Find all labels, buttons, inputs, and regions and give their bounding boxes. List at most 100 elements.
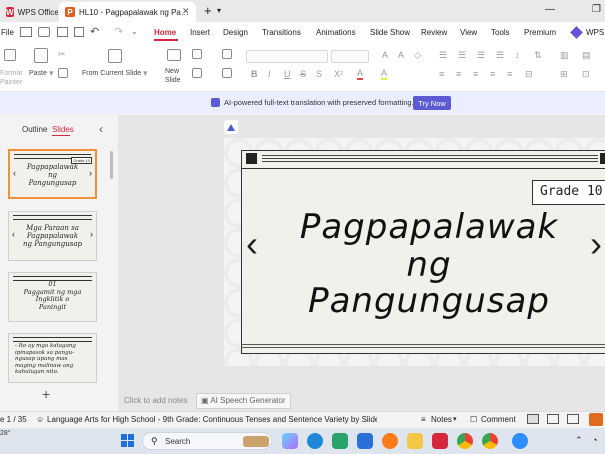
tab-slides[interactable]: Slides [52,125,74,134]
decrease-font-icon[interactable]: A [398,50,404,60]
tab-outline[interactable]: Outline [22,125,47,134]
layout-icon[interactable] [192,49,202,59]
distribute-icon[interactable]: ≡ [507,69,512,79]
paste-icon[interactable] [34,48,48,63]
bold-icon[interactable]: B [251,69,258,79]
chrome-icon[interactable] [457,433,473,449]
slide-canvas[interactable]: Grade 10 Pagpapalawak ng Pangungusap ‹ › [224,138,605,366]
highlight-icon[interactable]: A [381,69,388,80]
menu-view[interactable]: View [460,28,477,37]
columns-icon[interactable]: ▥ [560,50,569,61]
paste-dropdown-icon[interactable]: ▾ [49,68,54,79]
menu-insert[interactable]: Insert [190,28,210,37]
zoom-icon[interactable] [512,433,528,449]
file-explorer-icon[interactable] [407,433,423,449]
undo-icon[interactable]: ↶ [90,25,99,38]
menu-slide-show[interactable]: Slide Show [370,28,410,37]
smart-art-icon[interactable]: ⊞ [560,69,568,80]
slideshow-play-icon[interactable] [589,413,603,426]
menu-wps-ai[interactable]: WPS A [586,28,605,37]
format-painter-label[interactable]: Format Painter [0,69,22,87]
print-icon[interactable] [57,27,68,37]
menu-premium[interactable]: Premium [524,28,556,37]
copy-icon[interactable] [58,68,68,78]
underline-icon[interactable]: U [284,69,291,79]
reuse-slides-icon[interactable] [222,68,232,78]
wps-ai-icon[interactable] [570,26,583,39]
windows-start-icon[interactable] [121,434,135,448]
ai-speech-generator-button[interactable]: ▣ AI Speech Generator [196,393,291,409]
notes-placeholder[interactable]: Click to add notes [124,396,188,405]
taskbar-search-box[interactable]: ⚲ Search [142,432,272,450]
slide-from-current-icon[interactable] [108,49,122,63]
strikethrough-icon[interactable]: S [300,69,306,79]
cut-icon[interactable]: ✂ [58,49,66,60]
slide-thumbnail-3[interactable]: 01 Paggamit ng mga Ingklitik o Paningit [8,272,97,322]
wps-taskbar-icon[interactable] [432,433,448,449]
align-right-icon[interactable]: ≡ [473,69,478,79]
arrange-icon[interactable]: ⊡ [582,69,590,80]
store-icon[interactable] [357,433,373,449]
section-icon[interactable] [192,68,202,78]
outdent-icon[interactable]: ☰ [496,50,504,61]
align-left-icon[interactable]: ≡ [439,69,444,79]
paste-button[interactable]: Paste [29,70,47,77]
weather-temp[interactable]: 28° [0,430,11,437]
indent-icon[interactable]: ☰ [477,50,485,61]
copilot-icon[interactable] [282,433,298,449]
notes-button[interactable]: Notes [431,415,452,424]
menu-home[interactable]: Home [154,28,176,37]
justify-icon[interactable]: ≡ [490,69,495,79]
menu-tools[interactable]: Tools [491,28,510,37]
firefox-icon[interactable] [382,433,398,449]
font-size-select[interactable] [331,50,369,63]
menu-animations[interactable]: Animations [316,28,356,37]
shadow-icon[interactable]: S [316,69,322,79]
new-slide-icon[interactable] [167,49,181,61]
numbering-icon[interactable]: ☰ [458,50,466,61]
network-icon[interactable]: ◔ [592,435,597,445]
menu-review[interactable]: Review [421,28,447,37]
tab-wps-office[interactable]: W WPS Office [0,2,58,22]
format-painter-icon[interactable] [4,49,16,61]
text-direction-icon[interactable]: ⇅ [534,50,542,61]
try-now-button[interactable]: Try Now [413,96,451,110]
increase-font-icon[interactable]: A [382,50,388,60]
slide-thumbnail-1[interactable]: Grade 10 Pagpapalawak ng Pangungusap ‹ › [8,149,97,199]
tray-chevron-icon[interactable]: ⌃ [575,435,583,446]
from-current-dropdown-icon[interactable]: ▾ [143,68,148,79]
new-slide-button[interactable]: New Slide [165,67,181,85]
line-spacing-icon[interactable]: ↕ [515,50,520,60]
new-tab-button[interactable]: + [204,3,212,18]
close-tab-icon[interactable]: ✕ [182,6,190,17]
comment-button[interactable]: Comment [481,415,516,424]
menu-transitions[interactable]: Transitions [262,28,301,37]
collapse-panel-button[interactable]: ‹ [99,122,103,136]
redo-icon[interactable]: ↷ [114,25,123,38]
tab-list-icon[interactable]: ▾ [217,6,221,15]
minimize-button[interactable]: — [545,4,555,15]
reset-icon[interactable] [222,49,232,59]
notes-dropdown-icon[interactable]: ▾ [453,415,457,423]
bullets-icon[interactable]: ☰ [439,50,447,61]
slide-thumbnail-4[interactable]: - Ito ay mga katagang ipinapasok sa pang… [8,333,97,383]
export-icon[interactable] [38,27,50,37]
slide-sorter-icon[interactable] [547,414,559,424]
font-name-select[interactable] [246,50,328,63]
align-text-icon[interactable]: ⊟ [525,69,533,80]
italic-icon[interactable]: I [268,69,271,79]
chrome-profile-icon[interactable] [482,433,498,449]
reading-view-icon[interactable] [567,414,579,424]
panel-scrollbar[interactable] [110,151,113,179]
edge-icon[interactable] [307,433,323,449]
preview-icon[interactable] [74,27,84,37]
normal-view-icon[interactable] [527,414,539,424]
text-box-icon[interactable]: ▤ [582,50,591,61]
tab-presentation[interactable]: P HL10 - Pagpapalawak ng Pa… [59,2,196,22]
restore-button[interactable]: ❐ [592,4,601,15]
menu-design[interactable]: Design [223,28,248,37]
more-chevron-icon[interactable]: ⌄ [131,27,138,36]
align-center-icon[interactable]: ≡ [456,69,461,79]
slide-thumbnail-2[interactable]: Mga Paraan sa Pagpapalawak ng Pangungusa… [8,211,97,261]
superscript-icon[interactable]: X² [334,69,343,79]
